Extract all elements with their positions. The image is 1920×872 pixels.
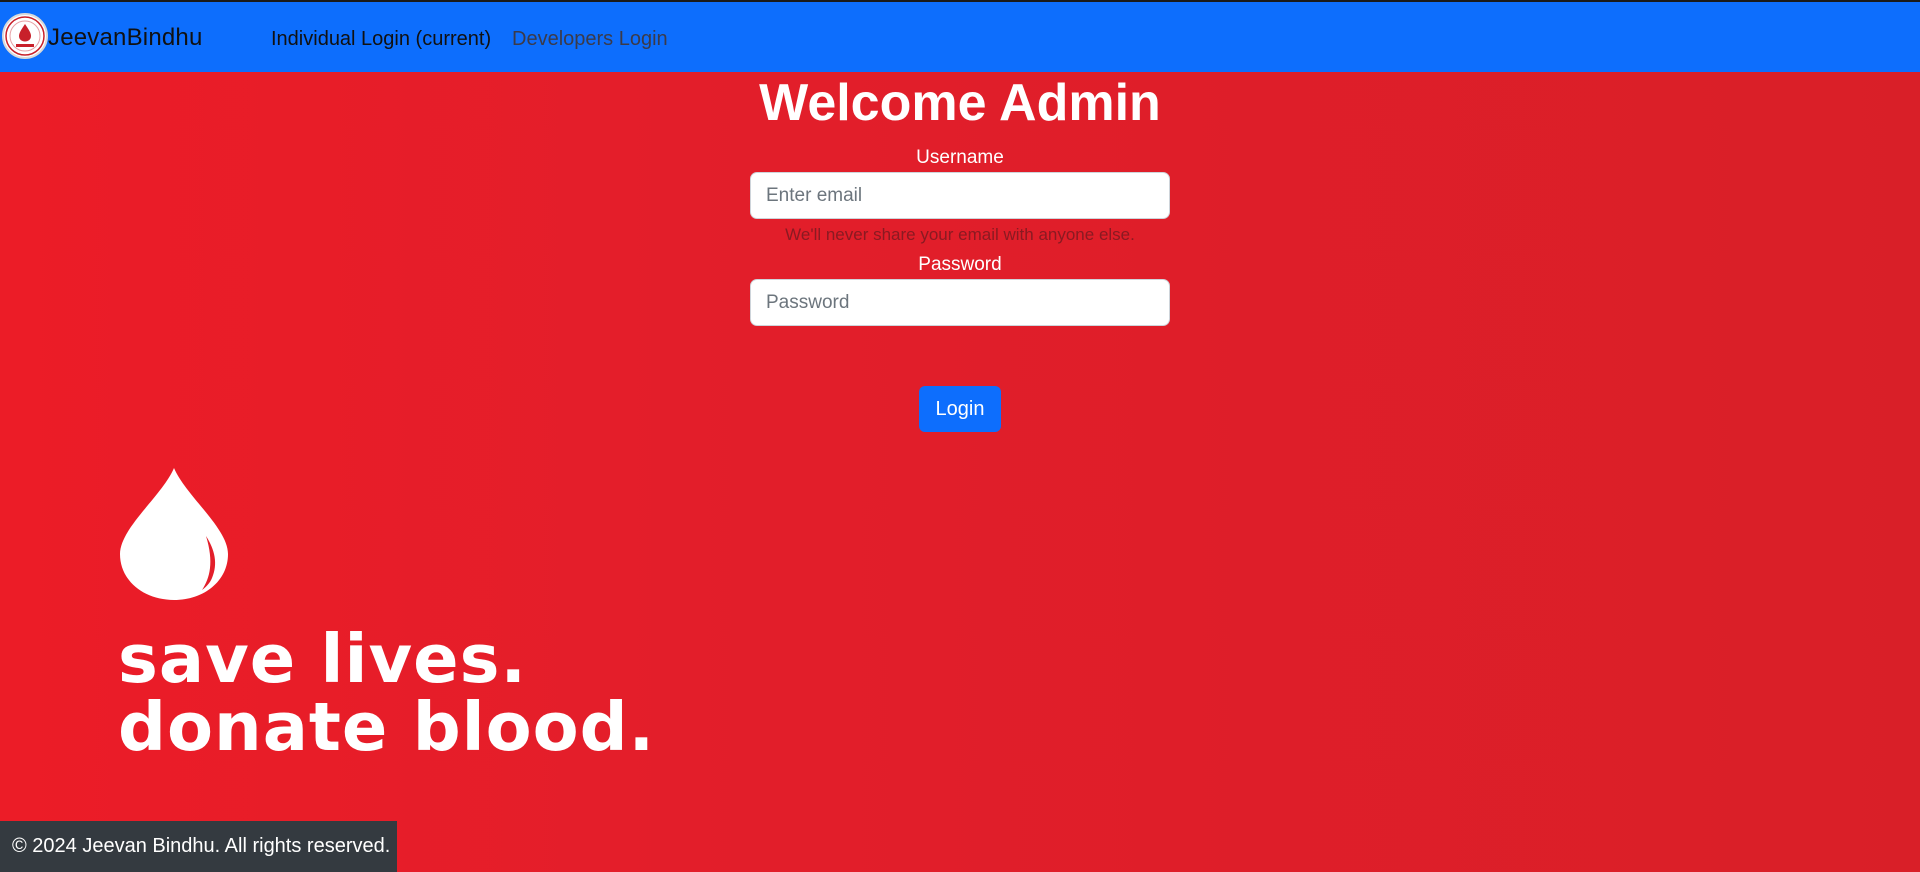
brand-name[interactable]: JeevanBindhu <box>48 23 203 53</box>
footer-copyright: © 2024 Jeevan Bindhu. All rights reserve… <box>0 821 397 872</box>
email-field[interactable] <box>750 172 1170 219</box>
nav-developers-login[interactable]: Developers Login <box>512 27 668 51</box>
nav-individual-login[interactable]: Individual Login (current) <box>271 27 491 51</box>
login-button[interactable]: Login <box>919 386 1001 432</box>
blood-drop-icon <box>118 466 230 607</box>
email-help-text: We'll never share your email with anyone… <box>785 225 1135 244</box>
blood-drop-logo-icon[interactable] <box>2 13 48 59</box>
username-label: Username <box>916 147 1004 168</box>
password-field[interactable] <box>750 279 1170 326</box>
password-label: Password <box>918 254 1002 275</box>
hero-tagline-line-1: save lives. <box>118 620 527 698</box>
top-navbar: JeevanBindhu Individual Login (current) … <box>0 0 1920 72</box>
hero-tagline-line-2: donate blood. <box>118 688 656 766</box>
page-title: Welcome Admin <box>759 74 1161 132</box>
